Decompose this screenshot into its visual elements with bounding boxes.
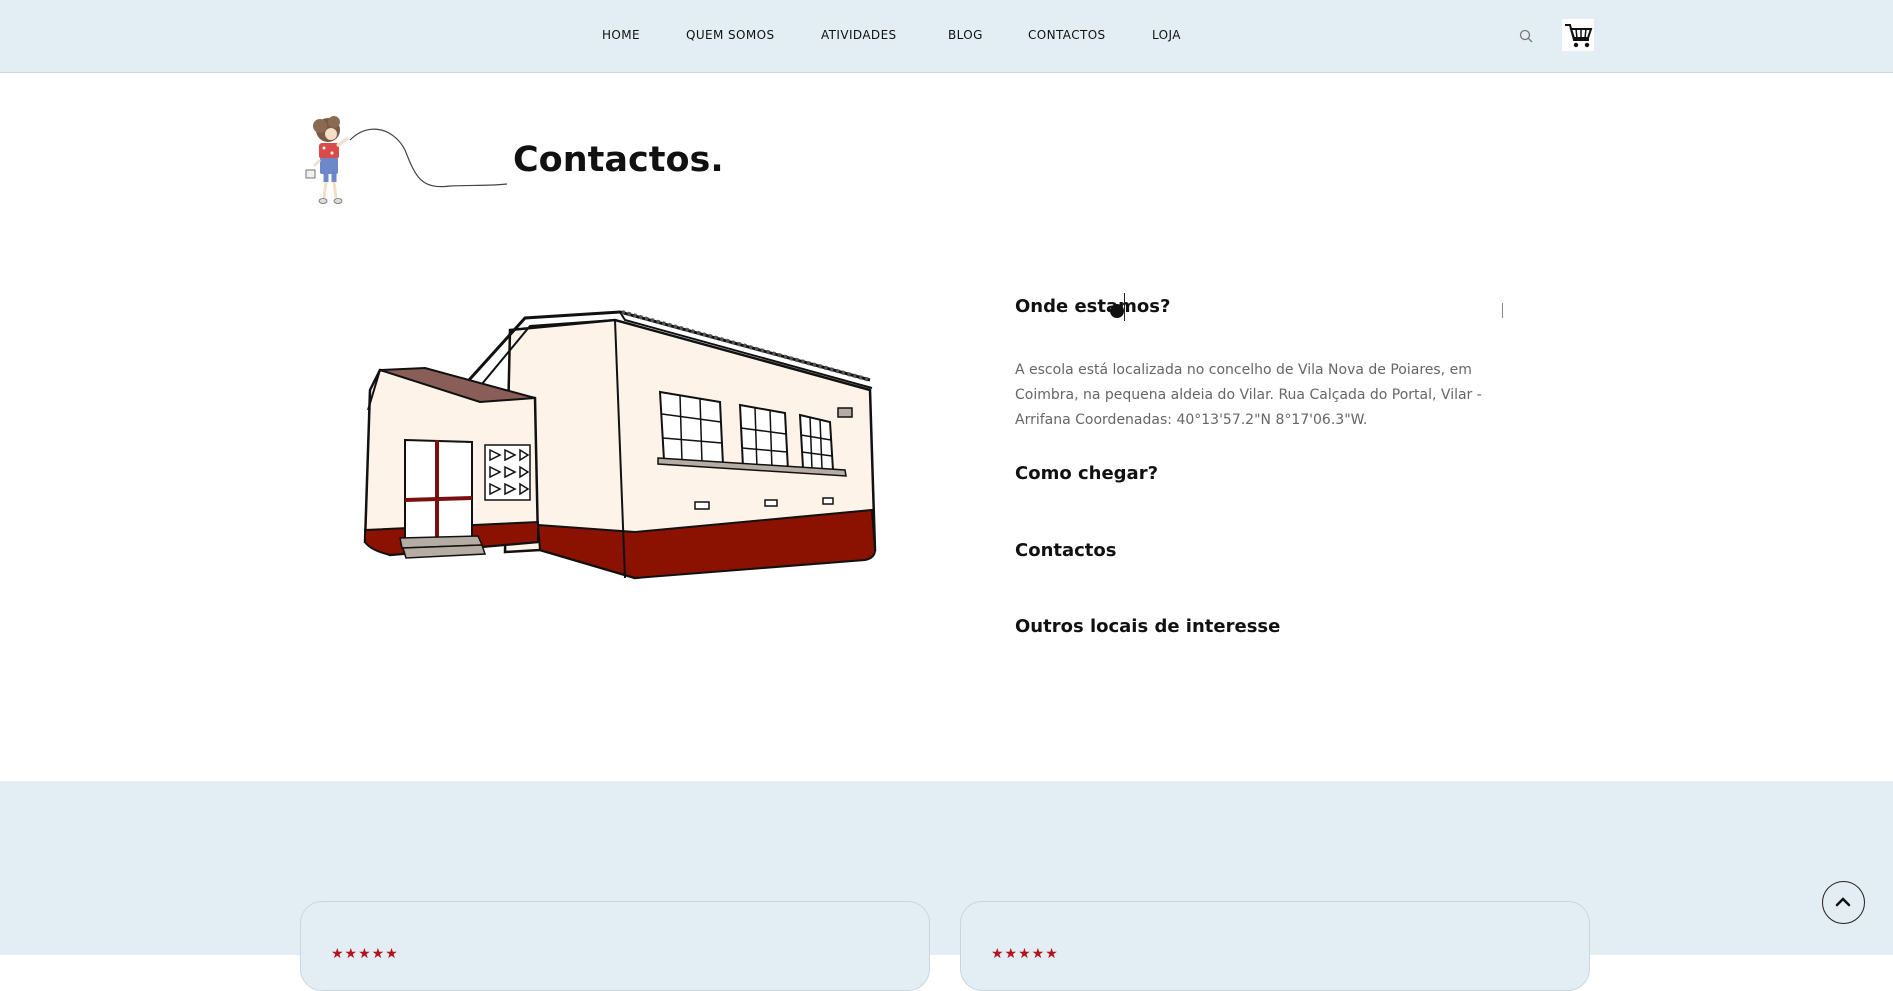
accordion-title-contactos[interactable]: Contactos: [1015, 540, 1117, 561]
review-card: ★★★★★: [300, 901, 930, 991]
text-cursor: [1124, 293, 1125, 321]
accordion-title-como-chegar[interactable]: Como chegar?: [1015, 463, 1158, 484]
search-icon[interactable]: [1518, 28, 1534, 44]
nav-item-loja[interactable]: LOJA: [1152, 28, 1181, 42]
nav-item-blog[interactable]: BLOG: [948, 28, 983, 42]
page-header: Contactos.: [300, 110, 740, 210]
scroll-to-top-button[interactable]: [1822, 881, 1865, 924]
chevron-up-icon: [1835, 897, 1851, 907]
mouse-pointer: [1110, 304, 1124, 318]
star-rating: ★★★★★: [991, 946, 1059, 962]
nav-item-contactos[interactable]: CONTACTOS: [1028, 28, 1106, 42]
kid-with-kite-illustration: [305, 116, 508, 204]
school-building-illustration: [363, 310, 877, 580]
accordion-title-onde-estamos[interactable]: Onde estamos?: [1015, 296, 1170, 317]
star-rating: ★★★★★: [331, 946, 399, 962]
review-card: ★★★★★: [960, 901, 1590, 991]
accordion-toggle-indicator[interactable]: [1502, 303, 1503, 318]
cart-icon[interactable]: [1562, 19, 1594, 51]
main-nav: HOME QUEM SOMOS ATIVIDADES BLOG CONTACTO…: [0, 0, 1893, 73]
nav-item-home[interactable]: HOME: [602, 28, 640, 42]
nav-item-quem-somos[interactable]: QUEM SOMOS: [686, 28, 774, 42]
testimonials-section: [0, 781, 1893, 955]
accordion-body-onde-estamos: A escola está localizada no concelho de …: [1015, 362, 1482, 428]
nav-item-atividades[interactable]: ATIVIDADES: [821, 28, 897, 42]
page-title: Contactos.: [513, 140, 724, 180]
accordion-title-outros-locais[interactable]: Outros locais de interesse: [1015, 616, 1280, 637]
